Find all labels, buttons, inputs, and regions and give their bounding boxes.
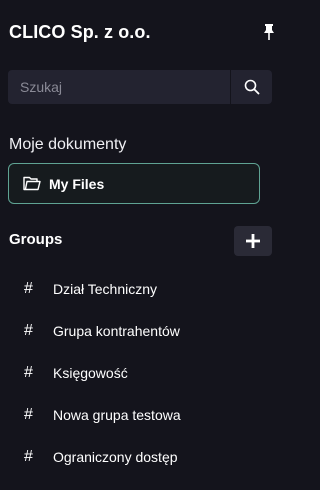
sidebar-header: CLICO Sp. z o.o. — [9, 21, 276, 43]
group-item-nowa-grupa-testowa[interactable]: # Nowa grupa testowa — [0, 394, 290, 436]
groups-heading: Groups — [9, 231, 63, 248]
group-item-grupa-kontrahentow[interactable]: # Grupa kontrahentów — [0, 310, 290, 352]
search-box — [8, 70, 272, 104]
folder-icon — [23, 176, 41, 191]
plus-icon — [246, 234, 260, 248]
hash-icon: # — [24, 364, 33, 381]
group-label: Księgowość — [53, 365, 128, 381]
search-button[interactable] — [230, 70, 272, 104]
my-files-label: My Files — [49, 175, 105, 192]
group-label: Ograniczony dostęp — [53, 449, 178, 465]
my-documents-label: Moje dokumenty — [9, 136, 127, 153]
pin-icon[interactable] — [262, 23, 276, 41]
hash-icon: # — [24, 448, 33, 465]
add-group-button[interactable] — [234, 226, 272, 256]
hash-icon: # — [24, 406, 33, 423]
company-name[interactable]: CLICO Sp. z o.o. — [9, 22, 151, 43]
group-list: # Dział Techniczny # Grupa kontrahentów … — [0, 268, 290, 478]
group-item-ksiegowosc[interactable]: # Księgowość — [0, 352, 290, 394]
group-label: Grupa kontrahentów — [53, 323, 180, 339]
group-item-ograniczony-dostep[interactable]: # Ograniczony dostęp — [0, 436, 290, 478]
search-icon — [244, 79, 259, 95]
hash-icon: # — [24, 280, 33, 297]
my-files-button[interactable]: My Files — [8, 163, 260, 204]
group-label: Dział Techniczny — [53, 281, 158, 297]
group-label: Nowa grupa testowa — [53, 407, 181, 423]
hash-icon: # — [24, 322, 33, 339]
search-input[interactable] — [8, 70, 230, 104]
group-item-dzial-techniczny[interactable]: # Dział Techniczny — [0, 268, 290, 310]
